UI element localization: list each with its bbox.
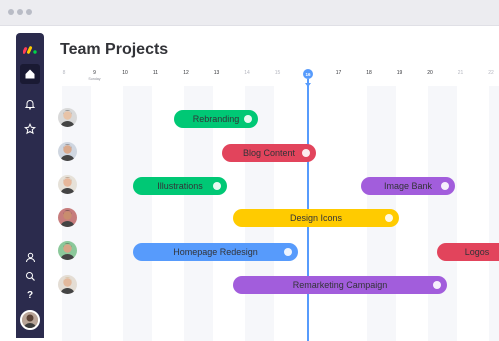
task-bar[interactable]: Logos: [437, 243, 499, 261]
window-minimize-button[interactable]: [17, 9, 23, 15]
window-titlebar: [0, 0, 499, 26]
date-label: 14: [244, 70, 250, 76]
task-handle-icon[interactable]: [244, 115, 252, 123]
date-label: 22: [488, 70, 494, 76]
date-label: 9: [93, 70, 96, 76]
day-column: [489, 86, 499, 341]
search-icon[interactable]: [20, 266, 40, 286]
day-column: [123, 86, 152, 341]
task-label: Image Bank: [383, 181, 433, 191]
date-label: 17: [335, 70, 342, 76]
main-content: Team Projects 8 9 Sunday 10 11 12 13 14 15 16 17 18…: [44, 26, 499, 341]
date-label: 19: [396, 70, 403, 76]
weekday-label: Sunday: [88, 77, 101, 81]
task-label: Remarketing Campaign: [292, 280, 388, 290]
task-label: Design Icons: [289, 213, 343, 223]
page-title: Team Projects: [60, 41, 169, 58]
sidebar: ?: [16, 33, 44, 338]
date-label: 10: [122, 70, 128, 76]
window-maximize-button[interactable]: [26, 9, 32, 15]
date-label: 13: [213, 70, 220, 76]
star-icon[interactable]: [20, 119, 40, 139]
task-bar[interactable]: Design Icons: [233, 209, 399, 227]
today-pointer-icon: [305, 83, 311, 87]
date-label: 8: [62, 70, 66, 76]
date-label: 21: [457, 70, 464, 76]
team-member-avatar[interactable]: [58, 275, 77, 294]
task-label: Illustrations: [157, 181, 203, 191]
home-icon[interactable]: [20, 64, 40, 84]
today-date-marker[interactable]: 16: [303, 69, 313, 79]
task-bar[interactable]: Rebranding: [174, 110, 258, 128]
task-handle-icon[interactable]: [441, 182, 449, 190]
task-handle-icon[interactable]: [284, 248, 292, 256]
logo-icon[interactable]: [20, 39, 40, 59]
date-label: 12: [183, 70, 189, 76]
team-member-avatar[interactable]: [58, 208, 77, 227]
task-bar[interactable]: Homepage Redesign: [133, 243, 298, 261]
date-label: 11: [152, 70, 159, 76]
task-handle-icon[interactable]: [213, 182, 221, 190]
task-label: Logos: [464, 247, 490, 257]
help-icon[interactable]: ?: [20, 285, 40, 305]
date-label: 18: [366, 70, 372, 76]
task-bar[interactable]: Image Bank: [361, 177, 455, 195]
task-label: Blog Content: [242, 148, 296, 158]
user-icon[interactable]: [20, 247, 40, 267]
task-label: Homepage Redesign: [173, 247, 258, 257]
team-member-avatar[interactable]: [58, 241, 77, 260]
date-label: 15: [274, 70, 281, 76]
date-label: 20: [427, 70, 433, 76]
team-member-avatar[interactable]: [58, 108, 77, 127]
task-bar[interactable]: Remarketing Campaign: [233, 276, 447, 294]
task-bar[interactable]: Blog Content: [222, 144, 316, 162]
day-column: [428, 86, 457, 341]
window-close-button[interactable]: [8, 9, 14, 15]
team-member-avatar[interactable]: [58, 142, 77, 161]
team-member-avatar[interactable]: [58, 175, 77, 194]
task-handle-icon[interactable]: [433, 281, 441, 289]
bell-icon[interactable]: [20, 94, 40, 114]
task-bar[interactable]: Illustrations: [133, 177, 227, 195]
task-label: Rebranding: [192, 114, 240, 124]
task-handle-icon[interactable]: [302, 149, 310, 157]
task-handle-icon[interactable]: [385, 214, 393, 222]
app-window: ? Team Projects 8 9 Sunday 10 11 12 13 14 15 16 17…: [0, 0, 499, 341]
user-avatar[interactable]: [20, 310, 40, 330]
